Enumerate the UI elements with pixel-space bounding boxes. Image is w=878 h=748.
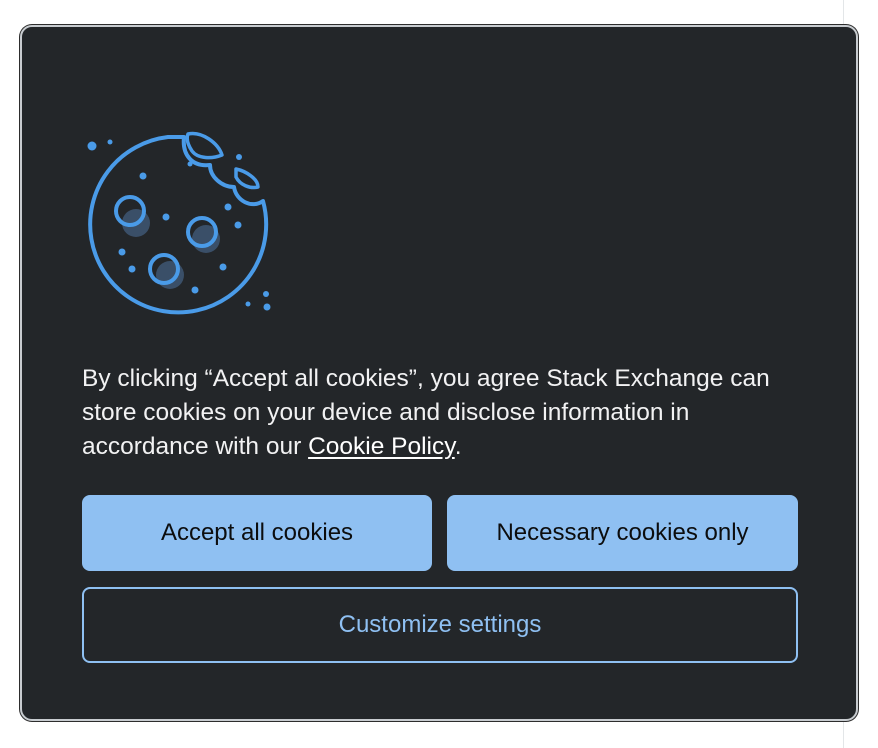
message-end: . [454, 433, 462, 460]
cookie-consent-message: By clicking “Accept all cookies”, you ag… [82, 362, 802, 464]
cookie-icon [87, 131, 271, 315]
cookie-policy-link[interactable]: Cookie Policy [308, 433, 455, 460]
cookie-consent-dialog: By clicking “Accept all cookies”, you ag… [20, 25, 858, 721]
necessary-cookies-only-button[interactable]: Necessary cookies only [447, 495, 798, 571]
customize-settings-button[interactable]: Customize settings [82, 587, 798, 663]
accept-all-cookies-button[interactable]: Accept all cookies [82, 495, 432, 571]
